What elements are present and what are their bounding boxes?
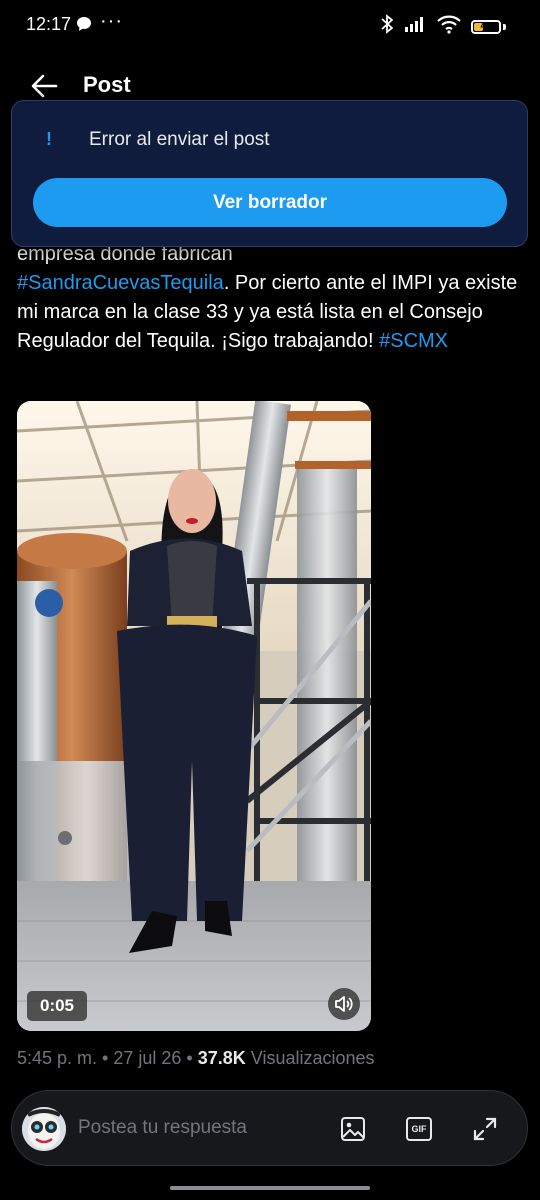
battery-level: 43 xyxy=(480,21,492,32)
view-draft-button[interactable]: Ver borrador xyxy=(33,178,507,227)
chat-notification-icon xyxy=(76,16,92,37)
meta-separator: • xyxy=(181,1048,198,1068)
tweet-meta: 5:45 p. m. • 27 jul 26 • 37.8K Visualiza… xyxy=(17,1048,375,1069)
error-message: Error al enviar el post xyxy=(89,129,270,150)
error-toast: ! Error al enviar el post Ver borrador xyxy=(11,100,528,247)
mute-toggle-button[interactable] xyxy=(328,988,360,1020)
video-duration: 0:05 xyxy=(27,991,87,1021)
gif-label: GIF xyxy=(411,1124,427,1134)
tweet-text: empresa donde fabrican #SandraCuevasTequ… xyxy=(17,240,527,356)
tweet-time: 5:45 p. m. xyxy=(17,1048,98,1068)
battery-icon: 43 xyxy=(471,19,501,34)
avatar[interactable] xyxy=(22,1107,66,1151)
add-gif-button[interactable]: GIF xyxy=(404,1114,434,1144)
more-notifications-icon: ··· xyxy=(100,10,123,32)
bluetooth-icon xyxy=(381,14,394,39)
expand-icon xyxy=(473,1117,497,1141)
meta-separator: • xyxy=(97,1048,114,1068)
wifi-icon xyxy=(437,14,461,39)
avatar-image xyxy=(22,1107,66,1151)
tweet-date: 27 jul 26 xyxy=(113,1048,182,1068)
image-icon xyxy=(341,1117,365,1141)
cell-signal-icon xyxy=(403,15,427,38)
home-indicator[interactable] xyxy=(170,1186,370,1190)
volume-icon xyxy=(335,996,353,1012)
views-count[interactable]: 37.8K xyxy=(198,1048,246,1068)
status-time: 12:17 xyxy=(26,14,72,34)
add-image-button[interactable] xyxy=(338,1114,368,1144)
expand-composer-button[interactable] xyxy=(470,1114,500,1144)
back-button[interactable] xyxy=(28,70,60,102)
status-bar: 12:17 ··· 43 xyxy=(0,0,540,52)
hashtag-link[interactable]: #SandraCuevasTequila xyxy=(17,272,224,294)
video-player[interactable]: 0:05 xyxy=(17,401,371,1031)
alert-icon: ! xyxy=(46,129,52,149)
page-title: Post xyxy=(83,72,131,97)
reply-input[interactable]: Postea tu respuesta xyxy=(78,1117,247,1139)
reply-composer[interactable]: Postea tu respuesta GIF xyxy=(11,1090,528,1166)
arrow-left-icon xyxy=(31,74,58,98)
status-indicators: 43 xyxy=(381,14,506,39)
battery-cap xyxy=(503,23,506,30)
views-label[interactable]: Visualizaciones xyxy=(246,1048,375,1068)
hashtag-link[interactable]: #SCMX xyxy=(379,330,448,352)
video-frame xyxy=(17,401,371,1031)
